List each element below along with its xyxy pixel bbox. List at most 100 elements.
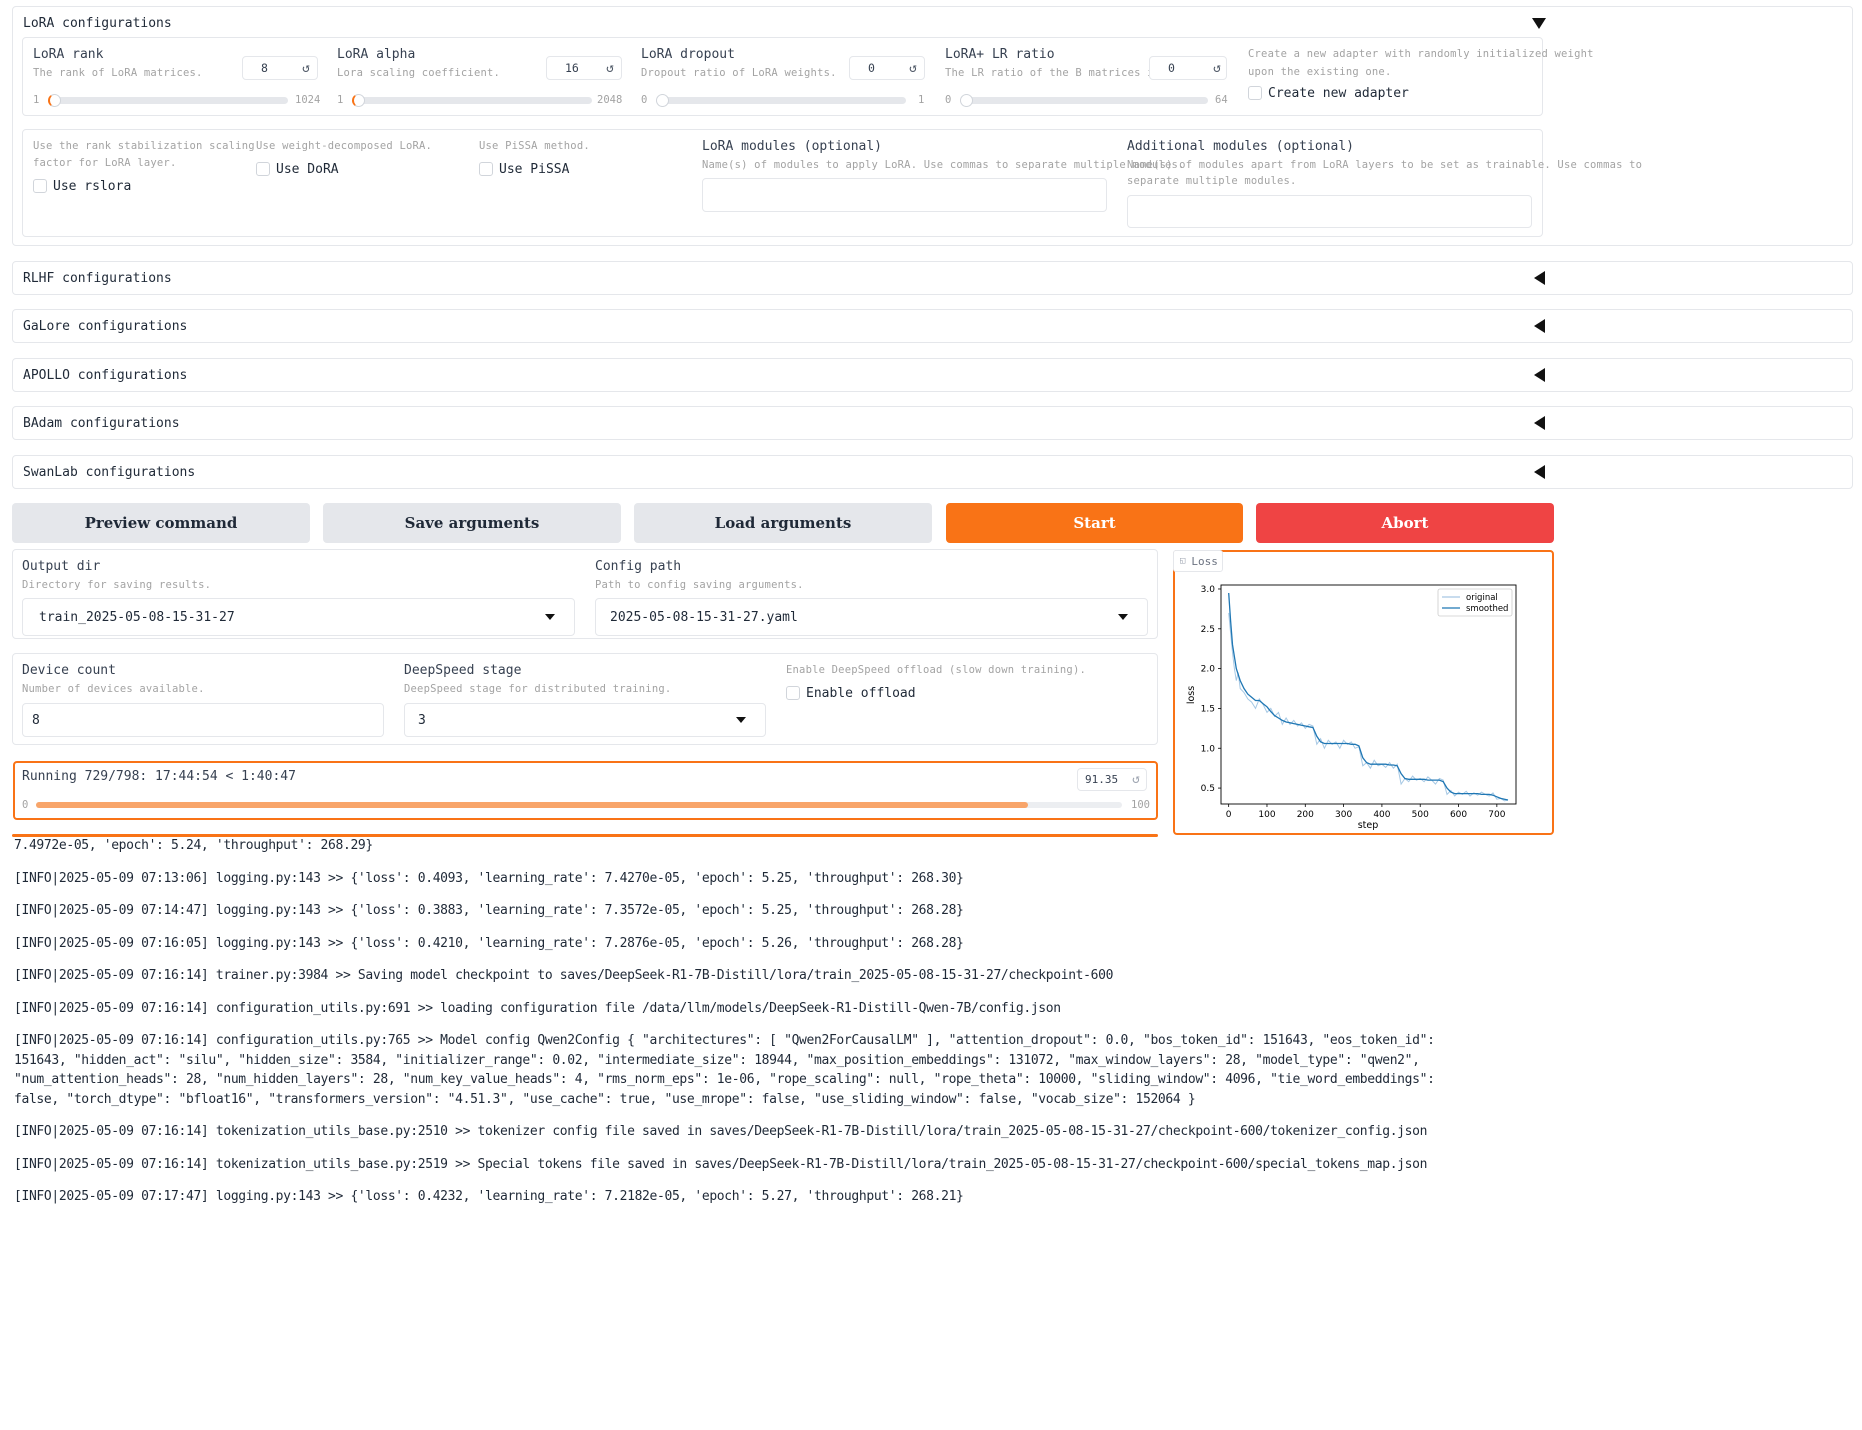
abort-button[interactable]: Abort — [1256, 503, 1554, 543]
x-axis-label: step — [1358, 820, 1379, 831]
lora-rank-label: LoRA rank — [33, 47, 104, 62]
load-arguments-button[interactable]: Load arguments — [634, 503, 932, 543]
offload-info: Enable DeepSpeed offload (slow down trai… — [786, 664, 1086, 676]
config-path-dropdown[interactable]: 2025-05-08-15-31-27.yaml — [595, 598, 1148, 636]
deepspeed-stage-value: 3 — [418, 712, 426, 728]
preview-command-button[interactable]: Preview command — [12, 503, 310, 543]
rslora-info-1: Use the rank stabilization scaling — [33, 140, 255, 152]
lora-dropout-slider-thumb[interactable] — [656, 94, 669, 107]
save-arguments-button[interactable]: Save arguments — [323, 503, 621, 543]
lora-plus-ratio-label: LoRA+ LR ratio — [945, 47, 1055, 62]
dora-label[interactable]: Use DoRA — [276, 162, 339, 177]
log-line: [INFO|2025-05-09 07:14:47] logging.py:14… — [14, 903, 964, 918]
expand-icon[interactable] — [1534, 319, 1545, 333]
lora-alpha-slider-thumb[interactable] — [352, 94, 365, 107]
create-new-adapter-label[interactable]: Create new adapter — [1268, 86, 1409, 101]
start-button[interactable]: Start — [946, 503, 1243, 543]
lora-accordion-title[interactable]: LoRA configurations — [23, 16, 172, 31]
lora-alpha-label: LoRA alpha — [337, 47, 416, 62]
lora-dropout-slider[interactable] — [656, 97, 906, 104]
log-line: [INFO|2025-05-09 07:16:05] logging.py:14… — [14, 936, 964, 951]
apollo-accordion-title[interactable]: APOLLO configurations — [23, 368, 187, 383]
x-tick-label: 0 — [1226, 810, 1232, 820]
lora-rank-slider[interactable] — [48, 97, 288, 104]
device-count-input[interactable]: 8 — [22, 703, 384, 737]
reset-icon[interactable]: ↺ — [903, 56, 923, 80]
legend: originalsmoothed — [1437, 588, 1513, 617]
log-line: [INFO|2025-05-09 07:16:14] configuration… — [14, 1001, 1061, 1016]
expand-icon[interactable] — [1534, 271, 1545, 285]
swanlab-accordion-title[interactable]: SwanLab configurations — [23, 465, 195, 480]
log-line: [INFO|2025-05-09 07:16:14] tokenization_… — [14, 1124, 1428, 1139]
rlhf-accordion-title[interactable]: RLHF configurations — [23, 271, 172, 286]
device-count-info: Number of devices available. — [22, 683, 205, 695]
dora-checkbox[interactable] — [256, 162, 270, 176]
deepspeed-stage-dropdown[interactable]: 3 — [404, 703, 766, 737]
dora-info: Use weight-decomposed LoRA. — [256, 140, 433, 152]
offload-label[interactable]: Enable offload — [806, 686, 916, 701]
chevron-down-icon[interactable] — [545, 614, 555, 620]
lora-plus-ratio-slider[interactable] — [960, 97, 1208, 104]
log-line: 7.4972e-05, 'epoch': 5.24, 'throughput':… — [14, 838, 373, 853]
reset-icon[interactable]: ↺ — [1126, 768, 1146, 791]
create-new-adapter-checkbox[interactable] — [1248, 86, 1262, 100]
deepspeed-stage-info: DeepSpeed stage for distributed training… — [404, 683, 672, 695]
badam-accordion[interactable]: BAdam configurations — [12, 406, 1853, 440]
output-dir-dropdown[interactable]: train_2025-05-08-15-31-27 — [22, 598, 575, 636]
loss-chart: 0 100 200 300 400 500 600 700 0.5 1.0 1.5 2.0 2.5 3.… — [1186, 584, 1517, 831]
galore-accordion[interactable]: GaLore configurations — [12, 309, 1853, 343]
reset-icon[interactable]: ↺ — [1207, 56, 1227, 80]
legend-label: smoothed — [1466, 604, 1508, 614]
lora-dropout-value: 0 — [868, 61, 875, 75]
additional-modules-input[interactable] — [1127, 195, 1532, 228]
config-path-label: Config path — [595, 559, 682, 574]
reset-icon[interactable]: ↺ — [600, 56, 620, 80]
rslora-info-2: factor for LoRA layer. — [33, 157, 177, 169]
lora-rank-info: The rank of LoRA matrices. — [33, 67, 203, 79]
expand-icon[interactable] — [1534, 416, 1545, 430]
rslora-checkbox[interactable] — [33, 179, 47, 193]
chevron-down-icon[interactable] — [736, 717, 746, 723]
pissa-label[interactable]: Use PiSSA — [499, 162, 569, 177]
reset-icon[interactable]: ↺ — [296, 56, 316, 80]
lora-modules-input[interactable] — [702, 178, 1107, 212]
chevron-down-icon[interactable] — [1118, 614, 1128, 620]
create-new-adapter-info-1: Create a new adapter with randomly initi… — [1248, 48, 1594, 60]
apollo-accordion[interactable]: APOLLO configurations — [12, 358, 1853, 392]
legend-label: original — [1466, 593, 1498, 603]
galore-accordion-title[interactable]: GaLore configurations — [23, 319, 187, 334]
lora-alpha-slider[interactable] — [352, 97, 592, 104]
swanlab-accordion[interactable]: SwanLab configurations — [12, 455, 1853, 489]
lora-dropout-info: Dropout ratio of LoRA weights. — [641, 67, 837, 79]
y-tick-label: 3.0 — [1201, 585, 1216, 595]
lora-dropout-min: 0 — [641, 94, 648, 106]
device-count-value: 8 — [32, 712, 40, 728]
progress-min: 0 — [22, 799, 29, 811]
create-new-adapter-info-2: upon the existing one. — [1248, 66, 1392, 78]
progress-bar-fill — [36, 802, 1029, 808]
progress-value: 91.35 — [1085, 773, 1119, 786]
lora-rank-value: 8 — [261, 61, 268, 75]
output-dir-info: Directory for saving results. — [22, 579, 212, 591]
lora-plus-ratio-max: 64 — [1215, 94, 1228, 106]
y-tick-label: 1.0 — [1201, 744, 1216, 754]
log-line: [INFO|2025-05-09 07:16:14] configuration… — [14, 1033, 1435, 1048]
pissa-checkbox[interactable] — [479, 162, 493, 176]
y-tick-label: 0.5 — [1201, 784, 1215, 794]
expand-icon[interactable] — [1534, 465, 1545, 479]
lora-plus-ratio-slider-thumb[interactable] — [960, 94, 973, 107]
lora-rank-slider-thumb[interactable] — [48, 94, 61, 107]
rlhf-accordion[interactable]: RLHF configurations — [12, 261, 1853, 295]
deepspeed-stage-label: DeepSpeed stage — [404, 663, 522, 678]
x-tick-label: 600 — [1450, 810, 1467, 820]
log-line: [INFO|2025-05-09 07:17:47] logging.py:14… — [14, 1189, 964, 1204]
expand-icon[interactable] — [1534, 368, 1545, 382]
x-tick-label: 700 — [1488, 810, 1505, 820]
collapse-icon[interactable] — [1532, 18, 1546, 29]
offload-checkbox[interactable] — [786, 686, 800, 700]
log-line: false, "torch_dtype": "bfloat16", "trans… — [14, 1092, 1196, 1107]
log-line: 151643, "hidden_act": "silu", "hidden_si… — [14, 1053, 1420, 1068]
badam-accordion-title[interactable]: BAdam configurations — [23, 416, 180, 431]
rslora-label[interactable]: Use rslora — [53, 179, 131, 194]
chart-icon: ◱ — [1180, 556, 1186, 566]
